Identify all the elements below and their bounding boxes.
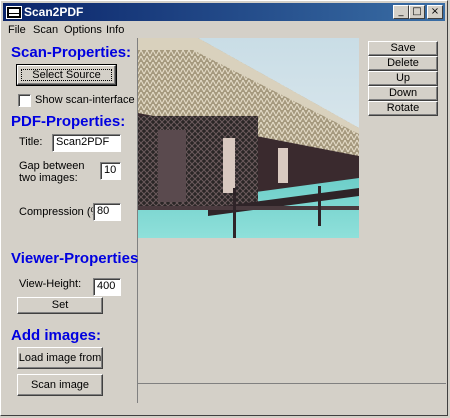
title-input[interactable]: Scan2PDF [52, 134, 121, 152]
app-window: Scan2PDF _ □ × File Scan Options Info Sc… [0, 0, 448, 416]
menu-bar: File Scan Options Info [3, 22, 445, 39]
gap-input[interactable]: 10 [100, 162, 121, 180]
maximize-button[interactable]: □ [409, 5, 425, 19]
image-viewer[interactable]: Save Delete Up Down Rotate [138, 38, 438, 383]
add-images-heading: Add images: [11, 327, 102, 344]
select-source-button[interactable]: Select Source [16, 64, 117, 86]
title-bar[interactable]: Scan2PDF _ □ × [3, 3, 445, 21]
menu-file[interactable]: File [8, 24, 26, 36]
properties-panel: Scan-Properties: Select Source Show scan… [3, 38, 143, 403]
app-icon [6, 6, 22, 19]
load-image-button[interactable]: Load image from [17, 347, 103, 369]
down-button[interactable]: Down [368, 86, 438, 101]
minimize-button[interactable]: _ [393, 5, 409, 19]
close-button[interactable]: × [427, 5, 443, 19]
rotate-button[interactable]: Rotate [368, 101, 438, 116]
delete-button[interactable]: Delete [368, 56, 438, 71]
show-scan-interface-checkbox[interactable] [18, 94, 31, 107]
compression-input[interactable]: 80 [93, 203, 121, 221]
menu-options[interactable]: Options [64, 24, 102, 36]
horizontal-scrollbar[interactable] [138, 383, 446, 399]
menu-info[interactable]: Info [106, 24, 124, 36]
scan-image-button[interactable]: Scan image [17, 374, 103, 396]
gap-label-line2: two images: [19, 172, 78, 184]
title-label: Title: [19, 136, 43, 148]
view-height-label: View-Height: [19, 278, 82, 290]
menu-scan[interactable]: Scan [33, 24, 58, 36]
scanned-image [138, 38, 359, 238]
save-button[interactable]: Save [368, 41, 438, 56]
set-button[interactable]: Set [17, 297, 103, 314]
viewer-properties-heading: Viewer-Properties: [11, 250, 144, 267]
pdf-properties-heading: PDF-Properties: [11, 113, 126, 130]
window-title: Scan2PDF [24, 5, 84, 19]
up-button[interactable]: Up [368, 71, 438, 86]
gap-label-line1: Gap between [19, 160, 85, 172]
view-height-input[interactable]: 400 [93, 278, 121, 296]
scan-properties-heading: Scan-Properties: [11, 44, 132, 61]
show-scan-interface-label: Show scan-interface [35, 94, 135, 106]
